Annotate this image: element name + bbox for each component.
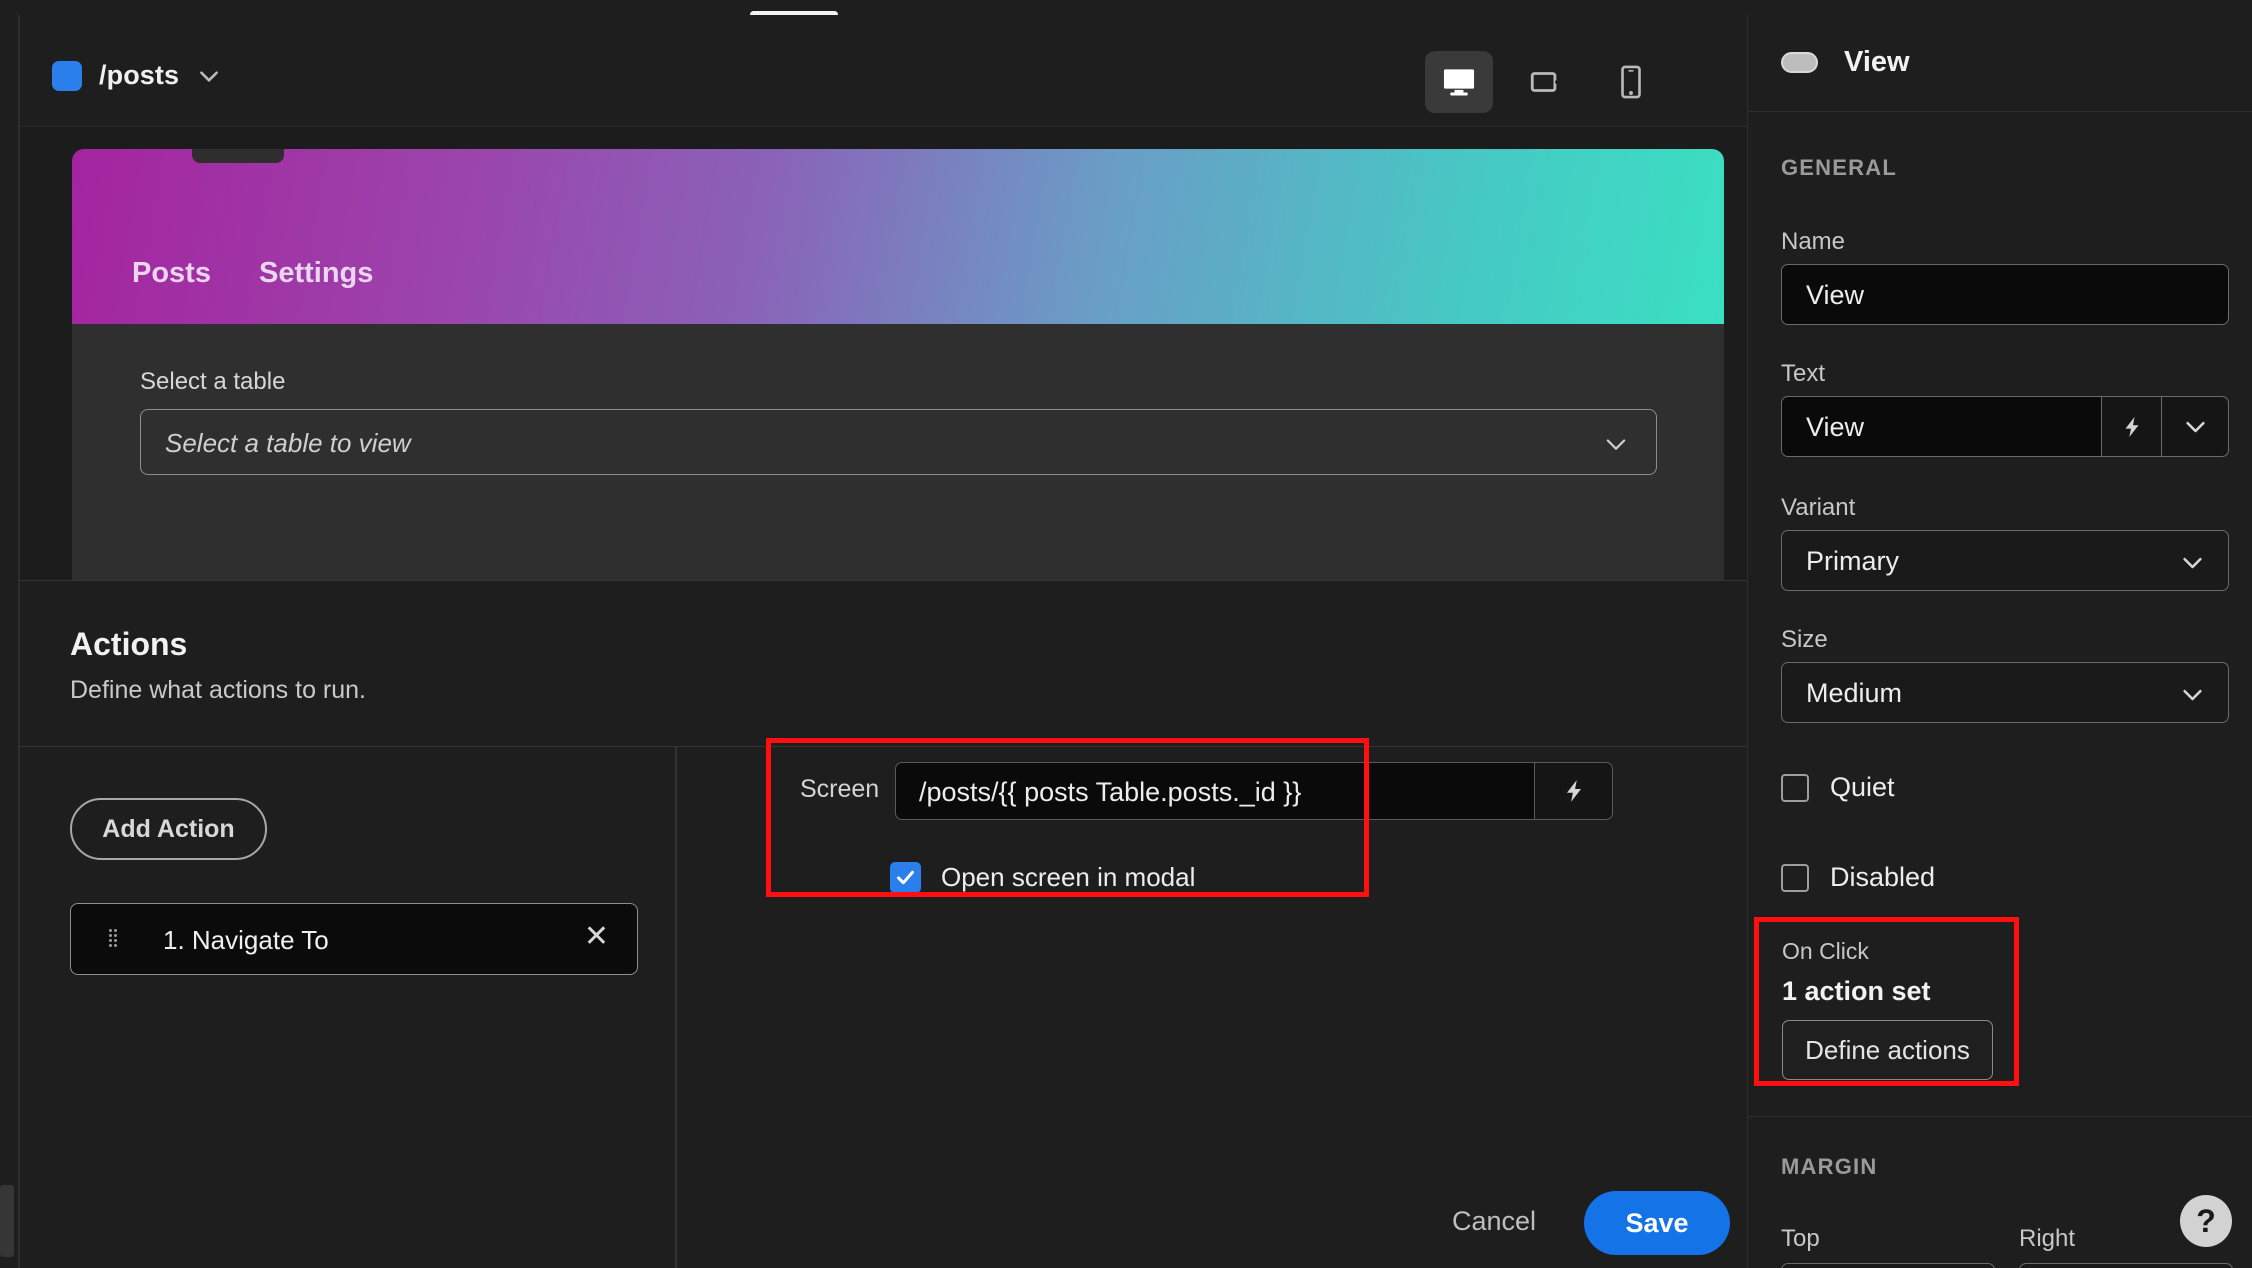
variant-select[interactable]: Primary <box>1781 530 2229 591</box>
text-field-label: Text <box>1781 360 1826 387</box>
preview-tab-settings[interactable]: Settings <box>259 257 373 290</box>
device-preview-toggle-group <box>1425 51 1665 113</box>
size-field-label: Size <box>1781 626 1828 653</box>
section-margin-label: MARGIN <box>1781 1154 1878 1179</box>
preview-body: Select a table Select a table to view <box>72 324 1724 589</box>
actions-modal-subtitle: Define what actions to run. <box>70 676 366 704</box>
text-input-value: View <box>1806 412 1865 442</box>
margin-right-label: Right <box>2019 1225 2076 1252</box>
button-component-icon <box>1781 52 1818 73</box>
question-mark-icon[interactable]: ? <box>2180 1195 2232 1247</box>
text-input[interactable]: View <box>1781 396 2102 457</box>
desktop-icon[interactable] <box>1425 51 1493 113</box>
left-rail-scroll-thumb[interactable] <box>0 1185 14 1257</box>
size-select[interactable]: Medium <box>1781 662 2229 723</box>
lightning-bolt-icon[interactable] <box>2101 396 2162 457</box>
left-rail <box>0 15 18 1268</box>
chevron-down-icon <box>2183 557 2202 569</box>
action-list-item[interactable]: 1. Navigate To ✕ <box>70 903 638 975</box>
name-input[interactable]: View <box>1781 264 2229 325</box>
screen-toolbar: /posts <box>20 15 1747 127</box>
margin-section-divider <box>1748 1116 2252 1117</box>
quiet-checkbox[interactable]: Quiet <box>1781 772 1895 803</box>
name-field-label: Name <box>1781 228 1846 255</box>
chevron-down-icon[interactable] <box>196 63 222 89</box>
section-general-label: GENERAL <box>1781 155 1897 180</box>
drag-grip-icon[interactable] <box>109 927 120 954</box>
cancel-button[interactable]: Cancel <box>1452 1206 1536 1237</box>
action-item-label: 1. Navigate To <box>163 925 329 955</box>
disabled-checkbox-label: Disabled <box>1830 862 1936 892</box>
preview-nav: Posts Settings <box>132 257 373 290</box>
properties-title: View <box>1844 46 1910 78</box>
margin-top-input[interactable] <box>1781 1263 1995 1268</box>
actions-modal-title: Actions <box>70 626 188 662</box>
checkbox-unchecked-icon <box>1781 863 1809 892</box>
quiet-checkbox-label: Quiet <box>1830 772 1895 802</box>
tablet-icon[interactable] <box>1511 51 1579 113</box>
chevron-down-icon[interactable] <box>2161 396 2229 457</box>
variant-field-label: Variant <box>1781 494 1856 521</box>
size-select-value: Medium <box>1806 678 1903 708</box>
preview-tab-posts[interactable]: Posts <box>132 257 211 290</box>
close-icon[interactable]: ✕ <box>584 922 609 952</box>
chevron-down-icon <box>2183 689 2202 701</box>
actions-modal: Actions Define what actions to run. Canc… <box>20 580 1747 1268</box>
save-button[interactable]: Save <box>1584 1191 1730 1255</box>
app-preview: Posts Settings Select a table Select a t… <box>72 149 1724 589</box>
chevron-down-icon <box>1606 439 1626 450</box>
properties-header: View <box>1748 15 2252 112</box>
builder-canvas: /posts Posts Settings Select a table Sel… <box>20 15 1747 1268</box>
margin-top-label: Top <box>1781 1225 1820 1252</box>
screen-field-highlight <box>766 738 1369 897</box>
preview-notch <box>192 149 284 163</box>
add-action-button[interactable]: Add Action <box>70 798 267 860</box>
select-table-placeholder: Select a table to view <box>165 428 411 458</box>
screen-name-label: /posts <box>99 60 180 90</box>
select-table-dropdown[interactable]: Select a table to view <box>140 409 1657 475</box>
on-click-highlight <box>1754 917 2019 1086</box>
variant-select-value: Primary <box>1806 546 1899 576</box>
lightning-bolt-icon[interactable] <box>1535 762 1613 820</box>
select-table-label: Select a table <box>140 368 286 395</box>
app-root: /posts Posts Settings Select a table Sel… <box>0 0 2252 1268</box>
screen-color-dot <box>52 60 82 91</box>
mobile-icon[interactable] <box>1597 51 1665 113</box>
actions-modal-column-divider <box>675 747 677 1268</box>
window-top-strip <box>0 0 2252 15</box>
margin-right-input[interactable] <box>2019 1263 2233 1268</box>
screen-selector[interactable]: /posts <box>52 60 222 91</box>
disabled-checkbox[interactable]: Disabled <box>1781 862 1935 893</box>
checkbox-unchecked-icon <box>1781 773 1809 802</box>
preview-hero-banner: Posts Settings <box>72 149 1724 324</box>
name-input-value: View <box>1806 280 1865 310</box>
